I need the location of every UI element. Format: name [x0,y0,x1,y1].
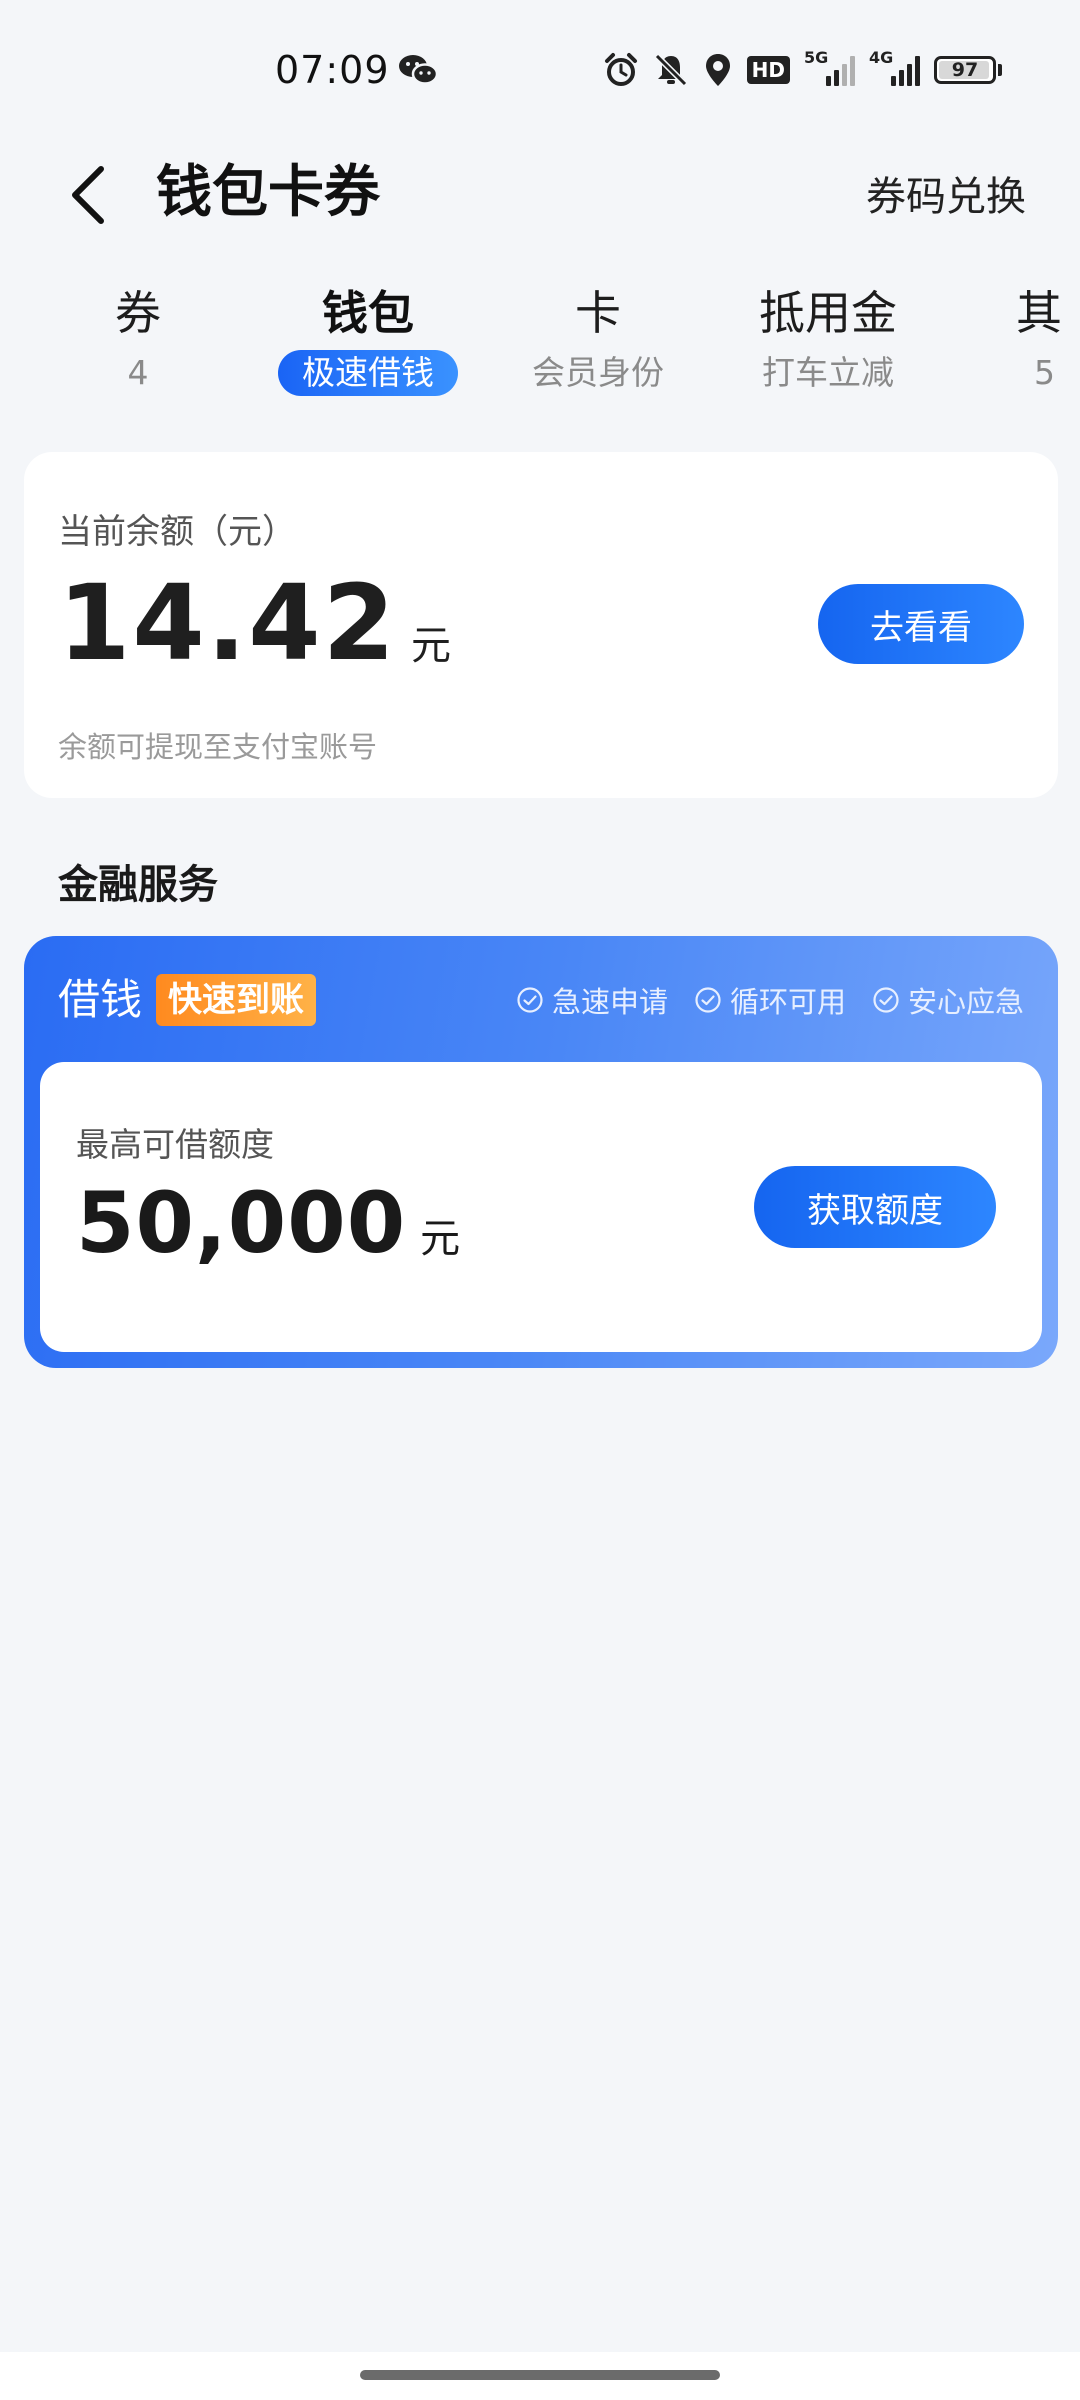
feature-item: 循环可用 [694,979,846,1021]
feature-label: 急速申请 [551,985,668,1019]
status-icons: HD 5G 4G 97 [603,48,1002,90]
back-button[interactable] [52,150,122,240]
tab-label: 券 [115,286,161,340]
balance-label: 当前余额（元） [58,512,296,552]
status-bar: 07:09 HD 5G 4G 97 [0,0,1080,140]
hd-icon: HD [746,56,790,84]
tab-label: 其 [1016,286,1062,340]
tab-sub: 4 [127,353,149,392]
loan-title: 借钱 [58,975,143,1024]
tab-label: 抵用金 [759,286,897,340]
feature-label: 安心应急 [907,985,1024,1019]
tab-coupons[interactable]: 券 4 [28,280,248,410]
tab-sub: 会员身份 [532,353,664,392]
battery-level: 97 [951,59,979,81]
check-circle-icon [517,987,543,1013]
feature-item: 安心应急 [872,979,1024,1021]
get-limit-button[interactable]: 获取额度 [754,1166,996,1248]
signal-4g-icon: 4G [869,48,920,88]
tab-credit[interactable]: 抵用金 打车立减 [718,280,938,410]
view-balance-button[interactable]: 去看看 [818,584,1024,664]
tab-sub: 极速借钱 [278,350,458,396]
balance-value: 14.42 [58,562,397,684]
section-title-financial: 金融服务 [58,862,218,908]
loan-card[interactable]: 借钱 快速到账 急速申请 循环可用 安心应急 最高可借额度 50,000 元 获… [24,936,1058,1368]
status-time: 07:09 [275,48,390,92]
tab-label: 钱包 [322,286,414,340]
header: 钱包卡券 券码兑换 [0,140,1080,250]
location-icon [703,52,733,88]
wechat-icon [398,52,439,88]
balance-hint: 余额可提现至支付宝账号 [58,730,378,764]
tab-wallet[interactable]: 钱包 极速借钱 [258,280,478,410]
balance-unit: 元 [410,623,451,669]
fast-payout-badge: 快速到账 [156,974,316,1026]
redeem-code-button[interactable]: 券码兑换 [866,162,1026,232]
mute-bell-icon [653,52,689,88]
page-title: 钱包卡券 [156,160,380,225]
tab-other[interactable]: 其 5 [948,280,1080,410]
limit-label: 最高可借额度 [76,1125,274,1164]
check-circle-icon [695,987,721,1013]
chevron-left-icon [72,166,104,224]
home-indicator[interactable] [360,2370,720,2380]
limit-unit: 元 [420,1216,461,1262]
alarm-icon [603,52,639,88]
battery-icon: 97 [934,56,1002,84]
category-tabs: 券 4 钱包 极速借钱 卡 会员身份 抵用金 打车立减 其 5 [0,280,1080,410]
limit-amount: 50,000 元 [76,1174,460,1272]
feature-item: 急速申请 [516,979,668,1021]
net-5g-label: 5G [804,48,829,67]
tab-label: 卡 [575,286,621,340]
signal-5g-icon: 5G [804,48,855,88]
net-4g-label: 4G [869,48,894,67]
loan-limit-panel: 最高可借额度 50,000 元 获取额度 [40,1062,1042,1352]
limit-value: 50,000 [76,1174,407,1272]
loan-features: 急速申请 循环可用 安心应急 [516,974,1024,1026]
tab-sub: 打车立减 [762,353,894,392]
check-circle-icon [873,987,899,1013]
tab-cards[interactable]: 卡 会员身份 [488,280,708,410]
balance-card: 当前余额（元） 14.42 元 去看看 余额可提现至支付宝账号 [24,452,1058,798]
tab-sub: 5 [1034,353,1055,392]
balance-amount: 14.42 元 [58,562,451,684]
feature-label: 循环可用 [729,985,846,1019]
